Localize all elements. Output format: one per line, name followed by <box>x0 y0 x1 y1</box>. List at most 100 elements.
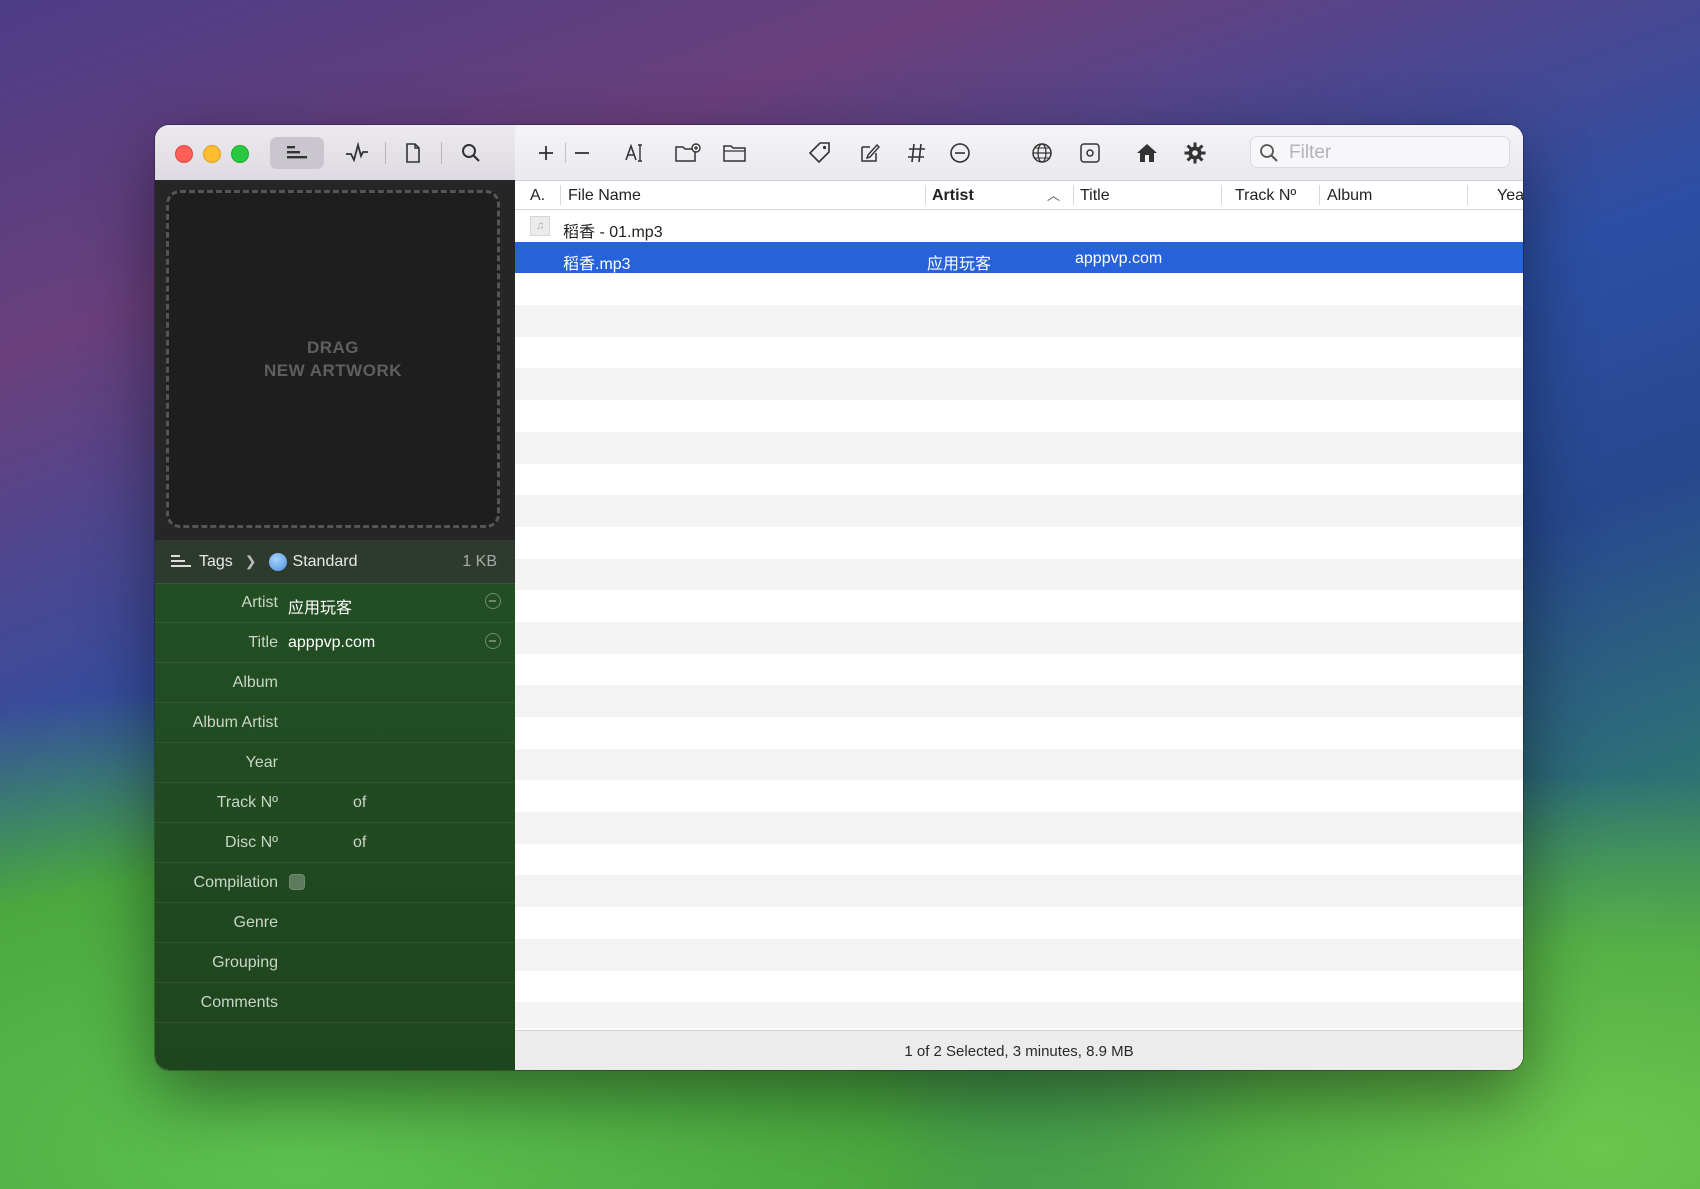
table-row[interactable]: 稻香.mp3 应用玩客 apppvp.com <box>515 241 1523 274</box>
zoom-window-button[interactable] <box>231 145 249 163</box>
file-info-button[interactable] <box>393 137 433 169</box>
minus-icon <box>575 152 589 154</box>
close-window-button[interactable] <box>175 145 193 163</box>
field-disc-number[interactable]: Disc Nº of <box>155 823 515 863</box>
field-grouping[interactable]: Grouping <box>155 943 515 983</box>
empty-row <box>515 431 1523 464</box>
field-artist[interactable]: Artist 应用玩客 <box>155 583 515 623</box>
compilation-checkbox[interactable] <box>289 874 305 890</box>
artwork-drop-label: DRAG NEW ARTWORK <box>263 338 402 380</box>
audio-waveform-button[interactable] <box>337 137 377 169</box>
tags-label[interactable]: Tags <box>199 553 233 571</box>
field-label: Comments <box>200 994 278 1011</box>
field-label: Compilation <box>193 874 278 891</box>
file-table-body: ♫ 稻香 - 01.mp3 稻香.mp3 应用玩客 apppvp.com <box>515 210 1523 1028</box>
disc-icon <box>1080 143 1100 163</box>
field-genre[interactable]: Genre <box>155 903 515 943</box>
empty-row <box>515 305 1523 337</box>
empty-row <box>515 463 1523 496</box>
settings-button[interactable] <box>1180 138 1210 168</box>
field-track-number[interactable]: Track Nº of <box>155 783 515 823</box>
empty-row <box>515 621 1523 654</box>
empty-row <box>515 780 1523 813</box>
field-label: Year <box>245 754 278 771</box>
field-title[interactable]: Title apppvp.com <box>155 623 515 663</box>
search-icon <box>1260 144 1278 162</box>
column-header-track-number[interactable]: Track Nº <box>1235 187 1296 205</box>
field-value[interactable]: apppvp.com <box>288 634 375 652</box>
empty-row <box>515 400 1523 432</box>
plus-icon <box>539 146 553 160</box>
rename-button[interactable] <box>620 138 650 168</box>
column-header-a[interactable]: A. <box>530 187 545 205</box>
disc-of-label: of <box>353 834 367 851</box>
title-cell: apppvp.com <box>1075 249 1163 267</box>
number-tracks-button[interactable] <box>902 138 932 168</box>
waveform-icon <box>346 142 368 163</box>
tag-format-label[interactable]: Standard <box>293 553 358 571</box>
remove-file-button[interactable] <box>567 138 597 168</box>
folder-plus-icon <box>675 143 701 162</box>
field-label: Grouping <box>212 954 278 971</box>
empty-row <box>515 336 1523 369</box>
field-album-artist[interactable]: Album Artist <box>155 703 515 743</box>
status-bar: 1 of 2 Selected, 3 minutes, 8.9 MB <box>515 1030 1523 1070</box>
field-year[interactable]: Year <box>155 743 515 783</box>
filter-input[interactable] <box>1287 140 1501 166</box>
chevron-right-icon: ❯ <box>244 553 257 569</box>
tag-icon <box>808 142 830 164</box>
column-header-year[interactable]: Yea <box>1497 187 1523 205</box>
column-header-album[interactable]: Album <box>1327 187 1372 205</box>
tag-editor-toggle-button[interactable] <box>270 137 324 169</box>
column-header-title[interactable]: Title <box>1080 187 1110 205</box>
main-toolbar <box>515 125 1523 181</box>
table-row[interactable]: ♫ 稻香 - 01.mp3 <box>515 210 1523 242</box>
search-button[interactable] <box>451 137 491 169</box>
column-header-file-name[interactable]: File Name <box>568 187 641 205</box>
column-header-artist[interactable]: Artist <box>932 187 974 205</box>
empty-row <box>515 653 1523 686</box>
track-of-label: of <box>353 794 367 811</box>
tag-button[interactable] <box>805 138 835 168</box>
field-value[interactable]: 应用玩客 <box>288 594 352 618</box>
field-label: Artist <box>241 594 278 611</box>
empty-row <box>515 748 1523 781</box>
search-icon <box>462 144 480 162</box>
file-table-header: A. File Name Artist ︿ Title Track Nº Alb… <box>515 181 1523 210</box>
open-folder-button[interactable] <box>720 138 750 168</box>
field-label: Track Nº <box>216 794 278 811</box>
file-name-cell: 稻香 - 01.mp3 <box>563 224 663 241</box>
disc-lookup-button[interactable] <box>1075 138 1105 168</box>
clear-field-icon[interactable] <box>485 593 501 609</box>
home-button[interactable] <box>1132 138 1162 168</box>
field-album[interactable]: Album <box>155 663 515 703</box>
empty-row <box>515 558 1523 591</box>
minus-circle-icon <box>950 143 970 163</box>
new-folder-button[interactable] <box>673 138 703 168</box>
edit-icon <box>861 143 880 162</box>
rename-text-icon <box>625 143 642 162</box>
filter-search-field[interactable] <box>1250 136 1510 168</box>
artwork-drop-zone[interactable]: DRAG NEW ARTWORK <box>166 190 500 528</box>
remove-tags-button[interactable] <box>945 138 975 168</box>
tag-size: 1 KB <box>462 552 497 570</box>
web-lookup-button[interactable] <box>1027 138 1057 168</box>
globe-icon <box>268 552 287 571</box>
tag-fields: Artist 应用玩客 Title apppvp.com Album Album… <box>155 583 515 1023</box>
minimize-window-button[interactable] <box>203 145 221 163</box>
empty-row <box>515 812 1523 844</box>
globe-icon <box>1032 143 1052 163</box>
selection-summary: 1 of 2 Selected, 3 minutes, 8.9 MB <box>904 1042 1134 1060</box>
tag-editor-pane: DRAG NEW ARTWORK Tags ❯ Standard 1 KB Art… <box>155 125 515 1070</box>
field-comments[interactable]: Comments <box>155 983 515 1023</box>
gear-icon <box>1184 142 1206 164</box>
add-file-button[interactable] <box>531 138 561 168</box>
empty-row <box>515 875 1523 908</box>
app-window: DRAG NEW ARTWORK Tags ❯ Standard 1 KB Art… <box>155 125 1523 1070</box>
edit-button[interactable] <box>855 138 885 168</box>
clear-field-icon[interactable] <box>485 633 501 649</box>
field-label: Album <box>232 674 278 691</box>
sort-ascending-icon: ︿ <box>1047 188 1061 203</box>
empty-row <box>515 590 1523 622</box>
home-icon <box>1137 144 1157 162</box>
